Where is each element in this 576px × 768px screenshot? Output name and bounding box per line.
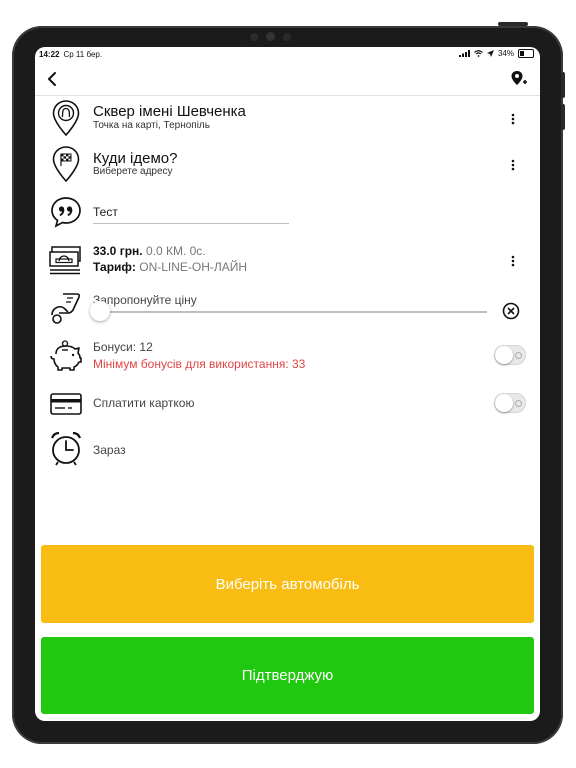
origin-title: Сквер імені Шевченка	[93, 103, 246, 120]
bonus-warning: Мінімум бонусів для використання: 33	[93, 357, 306, 371]
price-row[interactable]: 33.0 грн. 0.0 КМ. 0с. Тариф: ON-LINE-ОН-…	[35, 241, 540, 281]
comment-input[interactable]	[93, 201, 289, 224]
destination-menu-button[interactable]	[506, 157, 520, 173]
volume-up-button	[561, 72, 565, 98]
offer-slider-track[interactable]	[95, 311, 487, 313]
status-date: Ср 11 бер.	[63, 50, 103, 59]
destination-subtitle: Виберете адресу	[93, 166, 173, 177]
sensor	[250, 33, 258, 41]
time-label: Зараз	[93, 443, 126, 457]
destination-icon-box	[47, 145, 85, 183]
front-camera	[266, 32, 275, 41]
origin-icon-box	[47, 99, 85, 137]
toggle-off-indicator	[515, 352, 522, 359]
price-amount: 33.0 грн.	[93, 244, 143, 258]
origin-row[interactable]: Сквер імені Шевченка Точка на карті, Тер…	[35, 99, 540, 141]
destination-row[interactable]: Куди ідемо? Виберете адресу	[35, 145, 540, 187]
signal-icon	[458, 50, 470, 57]
credit-card-icon	[50, 393, 82, 415]
bonus-label: Бонуси: 12	[93, 340, 153, 354]
top-button	[498, 22, 528, 26]
app-screen: 14:22 Ср 11 бер. 34% Сквер імені Шевченка…	[35, 47, 540, 721]
origin-subtitle: Точка на карті, Тернопіль	[93, 120, 210, 131]
chevron-left-icon	[48, 72, 56, 86]
hand-money-icon	[51, 293, 81, 324]
destination-title: Куди ідемо?	[93, 150, 178, 167]
piggy-bank-icon	[50, 340, 82, 371]
price-icon-box	[47, 241, 85, 279]
location-arrow-icon	[486, 50, 494, 57]
tariff-line: Тариф: ON-LINE-ОН-ЛАЙН	[93, 260, 247, 274]
more-vertical-icon	[511, 159, 515, 171]
more-vertical-icon	[511, 113, 515, 125]
status-indicators: 34%	[458, 49, 534, 58]
card-icon-box	[47, 385, 85, 423]
tariff-value: ON-LINE-ОН-ЛАЙН	[139, 260, 248, 274]
volume-down-button	[561, 104, 565, 130]
more-vertical-icon	[511, 255, 515, 267]
toggle-knob	[495, 346, 513, 364]
wifi-icon	[474, 50, 483, 57]
pin-person-icon	[52, 100, 80, 137]
comment-icon-box	[47, 193, 85, 231]
choose-car-button[interactable]: Виберіть автомобіль	[41, 545, 534, 623]
close-circle-icon	[502, 302, 520, 320]
back-button[interactable]	[41, 68, 63, 90]
status-time-date: 14:22 Ср 11 бер.	[39, 50, 102, 59]
time-icon-box	[47, 429, 85, 467]
tariff-label: Тариф:	[93, 260, 136, 274]
bonus-row: Бонуси: 12 Мінімум бонусів для використа…	[35, 337, 540, 377]
toggle-off-indicator	[515, 400, 522, 407]
status-bar: 14:22 Ср 11 бер. 34%	[35, 47, 540, 63]
card-toggle[interactable]	[494, 393, 526, 413]
price-summary: 33.0 грн. 0.0 КМ. 0с.	[93, 244, 206, 258]
pin-flag-icon	[52, 146, 80, 183]
add-location-button[interactable]	[508, 68, 530, 90]
card-row: Сплатити карткою	[35, 385, 540, 421]
confirm-button[interactable]: Підтверджую	[41, 637, 534, 714]
time-row[interactable]: Зараз	[35, 429, 540, 469]
battery-percent: 34%	[497, 49, 514, 58]
nav-bar	[35, 65, 540, 96]
card-label: Сплатити карткою	[93, 396, 195, 410]
quote-bubble-icon	[51, 197, 81, 228]
sensor	[283, 33, 291, 41]
status-time: 14:22	[39, 50, 60, 59]
battery-icon	[518, 49, 534, 58]
price-distance-time: 0.0 КМ. 0с.	[145, 244, 206, 258]
bonus-icon-box	[47, 337, 85, 375]
toggle-knob	[495, 394, 513, 412]
origin-menu-button[interactable]	[506, 111, 520, 127]
comment-row	[35, 193, 540, 231]
bonus-toggle[interactable]	[494, 345, 526, 365]
offer-clear-button[interactable]	[502, 302, 520, 320]
offer-slider-thumb[interactable]	[90, 301, 110, 321]
price-menu-button[interactable]	[506, 253, 520, 269]
offer-price-row: Запропонуйте ціну	[35, 289, 540, 329]
add-location-pin-icon	[511, 71, 527, 85]
offer-icon-box	[47, 289, 85, 327]
money-icon	[49, 246, 81, 275]
alarm-clock-icon	[50, 431, 82, 466]
